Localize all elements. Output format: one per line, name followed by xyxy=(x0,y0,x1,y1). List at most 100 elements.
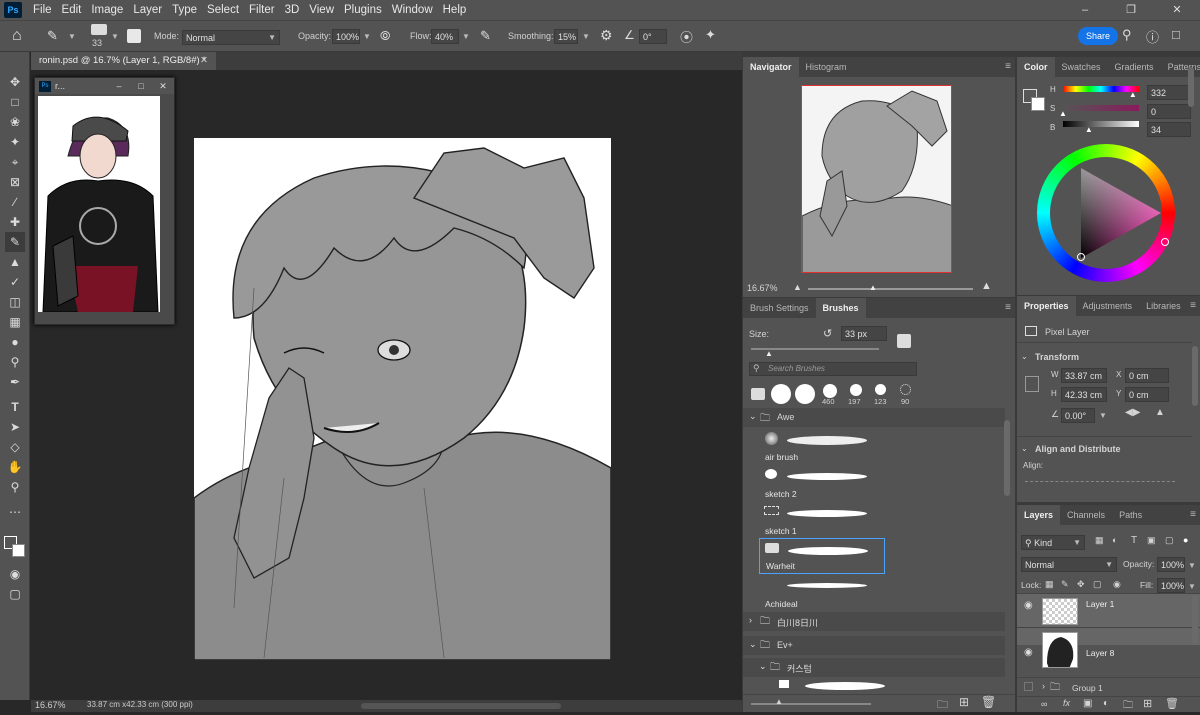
blend-mode-select[interactable]: Normal ▼ xyxy=(1021,557,1117,572)
filter-toggle-icon[interactable]: ● xyxy=(1183,535,1188,545)
recent-brush-2[interactable] xyxy=(771,384,791,404)
gear-icon[interactable]: ⚙ xyxy=(600,27,613,44)
brush-group-awe[interactable]: ⌄ 🗀 Awe xyxy=(743,408,1005,427)
align-buttons-row[interactable] xyxy=(1025,481,1175,482)
zoom-out-icon[interactable]: ▲ xyxy=(793,282,802,292)
slider-thumb-icon[interactable]: ▲ xyxy=(1059,109,1067,118)
lock-all-icon[interactable]: ◉ xyxy=(1113,579,1121,590)
brush-item[interactable]: sketch 1 xyxy=(759,502,885,538)
paint-bucket-icon[interactable]: ▦ xyxy=(5,312,25,332)
close-icon[interactable]: ✕ xyxy=(200,52,208,70)
lock-transparent-icon[interactable]: ▦ xyxy=(1045,579,1054,590)
tab-swatches[interactable]: Swatches xyxy=(1055,57,1108,77)
chevron-down-icon[interactable]: ⌄ xyxy=(1021,352,1028,361)
menu-file[interactable]: File xyxy=(28,4,57,16)
tab-color[interactable]: Color xyxy=(1017,57,1055,77)
color-wheel[interactable] xyxy=(1037,144,1175,282)
quick-mask-icon[interactable]: ◉ xyxy=(5,564,25,584)
chevron-down-icon[interactable]: ▼ xyxy=(462,32,470,41)
layer-row[interactable]: ◉ Layer 8 xyxy=(1017,627,1200,679)
menu-plugins[interactable]: Plugins xyxy=(339,4,387,16)
brush-panel-toggle-icon[interactable] xyxy=(127,29,141,43)
trash-icon[interactable]: 🗑 xyxy=(981,695,996,709)
path-select-icon[interactable]: ➤ xyxy=(5,417,25,437)
menu-filter[interactable]: Filter xyxy=(244,4,280,16)
recent-brush-7[interactable] xyxy=(900,384,911,395)
reference-window[interactable]: Ps r... – □ ✕ xyxy=(34,77,175,325)
share-button[interactable]: Share xyxy=(1078,27,1118,45)
layers-scrollbar[interactable] xyxy=(1192,595,1198,645)
eraser-tool-icon[interactable]: ◫ xyxy=(5,292,25,312)
width-input[interactable]: 33.87 cm xyxy=(1061,368,1107,383)
lock-pixels-icon[interactable]: ✎ xyxy=(1061,579,1069,590)
lock-position-icon[interactable]: ✥ xyxy=(1077,579,1085,590)
chevron-down-icon[interactable]: ⌄ xyxy=(1021,444,1028,453)
panel-menu-icon[interactable]: ≡ xyxy=(1005,302,1011,313)
brush-tool-icon[interactable]: ✎ xyxy=(47,28,58,44)
eye-icon[interactable]: ◉ xyxy=(1024,600,1033,611)
s-input[interactable]: 0 xyxy=(1147,104,1191,119)
recent-brush-3[interactable] xyxy=(795,384,815,404)
screen-mode-icon[interactable]: ▢ xyxy=(5,584,25,604)
brush-folder[interactable]: ⌄ 🗀 커스텀 xyxy=(743,658,1005,677)
reset-icon[interactable]: ↺ xyxy=(823,327,832,340)
panel-menu-icon[interactable]: ≡ xyxy=(1190,300,1196,311)
brush-item[interactable]: Achideal xyxy=(759,575,885,611)
recent-brush-5[interactable] xyxy=(850,384,862,396)
zoom-readout[interactable]: 16.67% xyxy=(35,700,66,710)
reference-window-header[interactable]: Ps r... – □ ✕ xyxy=(35,78,174,94)
slider-thumb-icon[interactable]: ▲ xyxy=(1129,90,1137,99)
fill-input[interactable]: 100% xyxy=(1157,578,1185,593)
chevron-down-icon[interactable]: ▼ xyxy=(363,32,371,41)
brush-item[interactable]: sketch 2 xyxy=(759,465,885,501)
history-brush-icon[interactable]: ✓ xyxy=(5,272,25,292)
brush-preset-icon[interactable] xyxy=(91,24,107,35)
search-brushes-input[interactable]: ⚲ Search Brushes xyxy=(749,362,917,376)
lasso-tool-icon[interactable]: ❀ xyxy=(5,112,25,132)
y-input[interactable]: 0 cm xyxy=(1125,387,1169,402)
frame-tool-icon[interactable]: ⊠ xyxy=(5,172,25,192)
brush-item-selected[interactable]: Warheit xyxy=(759,538,885,574)
tab-document[interactable]: ronin.psd @ 16.7% (Layer 1, RGB/8#) * ✕ xyxy=(31,52,216,70)
trash-icon[interactable]: 🗑 xyxy=(1165,697,1179,710)
menu-help[interactable]: Help xyxy=(438,4,472,16)
home-icon[interactable]: ⌂ xyxy=(12,27,22,45)
zoom-tool-icon[interactable]: ⚲ xyxy=(5,477,25,497)
zoom-in-icon[interactable]: ▲ xyxy=(981,280,992,292)
adjustment-layer-icon[interactable]: ◐ xyxy=(1103,698,1109,709)
restore-icon[interactable]: □ xyxy=(130,81,152,91)
close-icon[interactable]: ✕ xyxy=(1154,0,1200,20)
layer-opacity-input[interactable]: 100% xyxy=(1157,557,1185,572)
height-input[interactable]: 42.33 cm xyxy=(1061,387,1107,402)
menu-edit[interactable]: Edit xyxy=(57,4,87,16)
navigator-preview[interactable] xyxy=(801,85,952,273)
filter-shape-icon[interactable]: ▣ xyxy=(1147,535,1156,546)
layer-filter-select[interactable]: ⚲ Kind ▼ xyxy=(1021,535,1085,550)
brush-tool-icon[interactable]: ✎ xyxy=(5,232,25,252)
menu-layer[interactable]: Layer xyxy=(128,4,167,16)
menu-type[interactable]: Type xyxy=(167,4,202,16)
angle-input[interactable]: 0° xyxy=(639,29,667,44)
hand-tool-icon[interactable]: ✋ xyxy=(5,457,25,477)
pressure-opacity-icon[interactable]: ⦾ xyxy=(380,28,390,44)
menu-3d[interactable]: 3D xyxy=(280,4,305,16)
eye-icon[interactable]: ◉ xyxy=(1024,647,1033,658)
menu-image[interactable]: Image xyxy=(86,4,128,16)
lock-artboard-icon[interactable]: ▢ xyxy=(1093,579,1102,590)
horizontal-scrollbar[interactable] xyxy=(361,703,561,709)
color-triangle[interactable] xyxy=(1037,144,1175,282)
b-input[interactable]: 34 xyxy=(1147,122,1191,137)
new-layer-icon[interactable]: ⊞ xyxy=(1143,697,1152,710)
properties-scrollbar[interactable] xyxy=(1192,346,1198,406)
menu-view[interactable]: View xyxy=(304,4,339,16)
flip-vertical-icon[interactable]: ▲ xyxy=(1155,407,1165,418)
slider-thumb-icon[interactable]: ▲ xyxy=(869,283,877,292)
tab-patterns[interactable]: Patterns xyxy=(1161,57,1200,77)
close-icon[interactable]: ✕ xyxy=(152,81,174,92)
tab-libraries[interactable]: Libraries xyxy=(1139,296,1188,316)
help-icon[interactable]: ⓘ xyxy=(1146,27,1159,46)
flip-horizontal-icon[interactable]: ◀▶ xyxy=(1125,407,1140,418)
workspace-icon[interactable]: □ xyxy=(1172,27,1180,42)
h-input[interactable]: 332 xyxy=(1147,85,1191,100)
marquee-tool-icon[interactable]: □ xyxy=(5,92,25,112)
